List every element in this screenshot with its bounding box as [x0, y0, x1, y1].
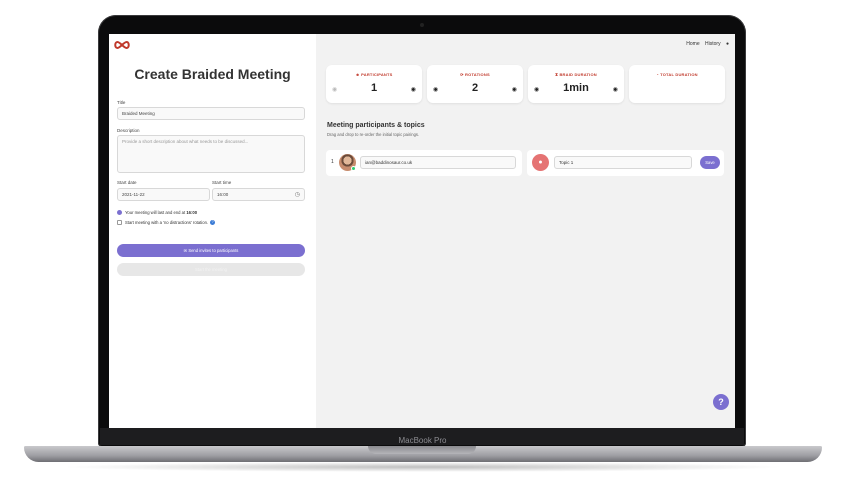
save-topic-button[interactable]: Save — [700, 156, 720, 169]
participants-card-label: ☻ PARTICIPANTS — [326, 72, 422, 77]
laptop-shadow — [60, 462, 786, 472]
braid-duration-card: ⧗ BRAID DURATION ◉ 1min ◉ — [528, 65, 624, 103]
hourglass-icon: ⧗ — [555, 72, 559, 77]
participant-row[interactable]: 1 ian@baddinosaur.co.uk — [326, 150, 522, 176]
top-nav: Home History ● — [682, 41, 729, 47]
participants-section-subtitle: Drag and drop to re-order the initial to… — [327, 132, 420, 137]
clock-icon: ◷ — [294, 192, 300, 198]
start-meeting-button[interactable]: Start the meeting — [117, 263, 305, 276]
braid-duration-label: BRAID DURATION — [559, 72, 597, 77]
start-time-value: 16:00 — [217, 192, 229, 197]
rotations-card: ⟳ ROTATIONS ◉ 2 ◉ — [427, 65, 523, 103]
nav-home-link[interactable]: Home — [686, 41, 699, 47]
infinity-logo-icon[interactable] — [113, 40, 131, 50]
title-input[interactable]: Braided Meeting — [117, 107, 305, 120]
braid-duration-card-label: ⧗ BRAID DURATION — [528, 72, 624, 77]
camera — [420, 23, 424, 27]
increase-duration-icon[interactable]: ◉ — [613, 86, 618, 93]
question-icon: ? — [718, 397, 724, 407]
topic-row[interactable]: ● Topic 1 Save — [527, 150, 724, 176]
send-invites-button[interactable]: ✉ Send invites to participants — [117, 244, 305, 257]
mail-icon: ✉ — [183, 248, 188, 253]
device-brand-label: MacBook Pro — [398, 436, 447, 445]
increase-participants-icon[interactable]: ◉ — [411, 86, 416, 93]
send-invites-label: Send invites to participants — [188, 248, 239, 253]
participant-index: 1 — [331, 159, 334, 165]
participants-value: 1 — [370, 82, 378, 94]
meeting-overview-panel: Home History ● ☻ PARTICIPANTS ◉ 1 ◉ ⟳ RO… — [316, 34, 735, 428]
online-status-icon — [351, 166, 356, 171]
start-time-label: Start time — [212, 180, 232, 185]
meeting-end-time: 16:00 — [186, 210, 198, 215]
no-distractions-checkbox[interactable] — [117, 220, 122, 226]
help-info-icon[interactable]: ? — [210, 220, 216, 226]
total-duration-card-label: ◔ TOTAL DURATION — [629, 72, 725, 77]
participants-section-title: Meeting participants & topics — [327, 122, 425, 129]
clock-icon: ◔ — [656, 72, 659, 77]
total-duration-label: TOTAL DURATION — [660, 72, 698, 77]
rotations-label: ROTATIONS — [465, 72, 490, 77]
page-title: Create Braided Meeting — [134, 66, 291, 82]
rotate-icon: ⟳ — [460, 72, 464, 77]
braid-duration-value: 1min — [563, 82, 589, 94]
meeting-end-info: Your meeting will last and end at 16:00 — [117, 210, 198, 216]
participants-label: PARTICIPANTS — [361, 72, 393, 77]
nav-history-link[interactable]: History — [705, 41, 721, 47]
app-screen: Create Braided Meeting Title Braided Mee… — [109, 34, 735, 428]
rotations-value: 2 — [471, 82, 479, 94]
title-label: Title — [117, 100, 126, 105]
users-icon: ☻ — [355, 72, 360, 77]
start-date-label: Start date — [117, 180, 137, 185]
create-meeting-panel: Create Braided Meeting Title Braided Mee… — [109, 34, 316, 428]
participant-email-input[interactable]: ian@baddinosaur.co.uk — [360, 156, 516, 169]
info-dot-icon — [117, 210, 122, 216]
participants-card: ☻ PARTICIPANTS ◉ 1 ◉ — [326, 65, 422, 103]
total-duration-card: ◔ TOTAL DURATION — [629, 65, 725, 103]
laptop-mockup: Create Braided Meeting Title Braided Mee… — [0, 0, 845, 496]
chat-bubble-icon: ● — [532, 154, 549, 171]
help-button[interactable]: ? — [713, 394, 729, 410]
increase-rotations-icon[interactable]: ◉ — [512, 86, 517, 93]
no-distractions-label: Start meeting with a 'no distractions' r… — [125, 220, 209, 225]
meeting-end-text: Your meeting will last and end at — [125, 210, 187, 215]
laptop-notch — [368, 446, 476, 454]
start-time-input[interactable]: 16:00 ◷ — [212, 188, 305, 201]
user-account-icon[interactable]: ● — [726, 41, 729, 47]
no-distractions-option[interactable]: Start meeting with a 'no distractions' r… — [117, 220, 216, 226]
start-date-input[interactable]: 2021-11-22 — [117, 188, 210, 201]
rotations-card-label: ⟳ ROTATIONS — [427, 72, 523, 77]
description-textarea[interactable]: Provide a short description about what n… — [117, 135, 305, 173]
description-label: Description — [117, 128, 140, 133]
topic-input[interactable]: Topic 1 — [554, 156, 692, 169]
